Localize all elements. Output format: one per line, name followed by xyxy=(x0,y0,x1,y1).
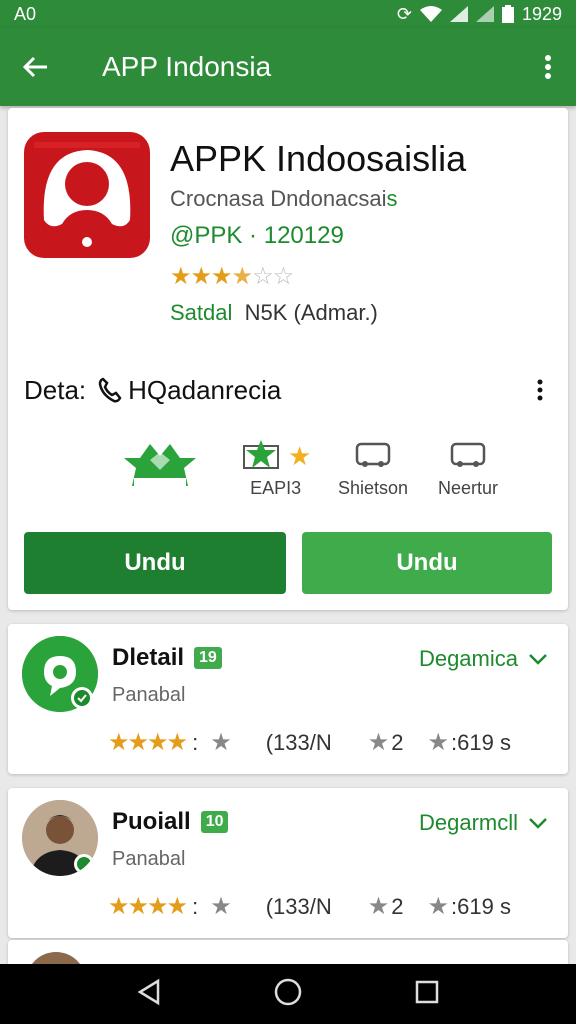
app-bar: APP Indonsia xyxy=(0,28,576,106)
secondary-download-button[interactable]: Undu xyxy=(302,532,552,594)
item-title: Puoiall 10 xyxy=(112,808,229,836)
avatar xyxy=(22,800,98,876)
back-arrow-icon xyxy=(22,56,47,78)
nav-recents-button[interactable] xyxy=(414,979,440,1010)
item-metric-2-value: 2 xyxy=(391,729,404,755)
square-recents-icon xyxy=(416,980,439,1003)
item-action-label: Degamica xyxy=(418,646,518,671)
price-detail: N5K (Admar.) xyxy=(244,300,378,325)
item-metric-3: ★:619 s xyxy=(428,728,511,757)
item-action-dropdown[interactable]: Degamica xyxy=(419,646,548,672)
nav-back-button[interactable] xyxy=(136,978,162,1011)
item-subtitle: Panabal xyxy=(112,848,186,870)
item-review-count: (133/N xyxy=(265,893,332,919)
star-icon: ★ xyxy=(210,893,232,920)
star-icon: ★ xyxy=(427,729,450,756)
profile-photo-icon xyxy=(22,800,98,876)
item-action-dropdown[interactable]: Degarmcll xyxy=(419,810,548,836)
feature-neertur[interactable]: Neertur xyxy=(438,438,498,499)
item-title-text: Puoiall xyxy=(112,808,191,835)
item-metric-3-value: :619 s xyxy=(451,893,511,919)
detail-label: Deta: xyxy=(24,374,87,405)
status-time: 1929 xyxy=(521,3,562,24)
item-rating-sep: : xyxy=(192,729,199,755)
package-info: @PPK · 120129 xyxy=(170,222,344,249)
developer-name-text: Crocnasa Dndonacsai xyxy=(170,186,387,211)
developer-name-suffix: s xyxy=(386,186,398,211)
nav-home-button[interactable] xyxy=(273,977,303,1012)
item-rating-sep: : xyxy=(192,893,199,919)
chevron-down-icon xyxy=(529,818,547,829)
car-icon xyxy=(355,442,391,467)
feature-label-eapi: EAPI3 xyxy=(250,478,302,498)
car-icon xyxy=(450,442,486,467)
app-icon[interactable] xyxy=(24,132,150,258)
star-icon: ★ xyxy=(367,893,390,920)
item-metric-3-value: :619 s xyxy=(451,729,511,755)
feature-crown[interactable] xyxy=(120,438,200,498)
item-rating-row: ★★★★ : ★ (133/N ★ 2 ★:619 s xyxy=(108,892,548,921)
wifi-icon xyxy=(419,6,442,22)
star-icon: ★ xyxy=(210,729,232,756)
feature-eapi[interactable]: ★ EAPI3 xyxy=(240,438,311,499)
item-metric-2: ★ 2 xyxy=(368,728,404,757)
item-review-count: (133/N xyxy=(265,729,332,755)
item-title: Dletail 19 xyxy=(112,644,222,672)
item-subtitle: Panabal xyxy=(112,684,186,706)
primary-download-button[interactable]: Undu xyxy=(24,532,286,594)
price-row: Satdal N5K (Admar.) xyxy=(170,300,378,326)
star-icon: ★ xyxy=(367,729,390,756)
star-icon: ★ xyxy=(288,440,312,471)
star-badge-icon xyxy=(243,440,279,469)
feature-label-neertur: Neertur xyxy=(438,478,499,498)
feature-label-shietson: Shietson xyxy=(338,478,409,498)
system-nav-bar xyxy=(0,964,576,1024)
app-rating: ★★★★☆☆ xyxy=(170,262,294,291)
rating-star-half: ★ xyxy=(231,263,253,290)
signal-icon-2 xyxy=(475,6,494,22)
item-title-text: Dletail xyxy=(112,644,185,671)
app-name: APPK Indoosaislia xyxy=(170,138,467,179)
more-vert-icon xyxy=(537,379,543,401)
detail-row[interactable]: Deta: HQadanrecia xyxy=(24,370,552,410)
avatar xyxy=(22,636,98,712)
overflow-menu-button[interactable] xyxy=(520,28,576,106)
chevron-down-icon xyxy=(529,654,547,665)
item-action-label: Degarmcll xyxy=(418,810,518,835)
price-label: Satdal xyxy=(170,300,233,325)
star-icon: ★ xyxy=(427,893,450,920)
detail-value: HQadanrecia xyxy=(128,374,282,405)
item-badge: 10 xyxy=(200,811,229,833)
item-metric-3: ★:619 s xyxy=(428,892,511,921)
item-badge: 19 xyxy=(194,647,222,669)
list-item[interactable]: Dletail 19 Panabal Degamica ★★★★ : ★ (13… xyxy=(8,624,568,774)
item-stars: ★★★★ xyxy=(108,893,188,920)
status-left-text: A0 xyxy=(14,3,37,24)
item-rating-row: ★★★★ : ★ (133/N ★ 2 ★:619 s xyxy=(108,728,548,757)
sync-icon: ⟳ xyxy=(396,3,412,24)
more-vert-icon xyxy=(545,55,551,79)
phone-icon xyxy=(98,377,122,403)
detail-more-button[interactable] xyxy=(528,379,552,401)
crown-icon xyxy=(124,444,196,486)
item-stars: ★★★★ xyxy=(108,729,188,756)
status-icons: ⟳ 1929 xyxy=(397,4,562,25)
chat-location-icon xyxy=(22,636,98,712)
back-button[interactable] xyxy=(0,28,70,106)
feature-shietson[interactable]: Shietson xyxy=(338,438,408,499)
rating-stars-empty: ☆☆ xyxy=(252,263,294,290)
app-bar-title: APP Indonsia xyxy=(102,51,272,82)
app-detail-card: APPK Indoosaislia Crocnasa Dndonacsais @… xyxy=(8,108,568,610)
battery-icon xyxy=(501,5,514,23)
app-logo-icon xyxy=(34,142,140,247)
rating-stars-full: ★★★ xyxy=(170,263,233,290)
circle-home-icon xyxy=(274,978,302,1005)
item-metric-2-value: 2 xyxy=(391,893,404,919)
item-metric-2: ★ 2 xyxy=(368,892,404,921)
status-bar: A0 ⟳ 1929 xyxy=(0,0,576,28)
triangle-back-icon xyxy=(137,978,159,1005)
developer-name[interactable]: Crocnasa Dndonacsais xyxy=(170,186,397,212)
signal-icon xyxy=(449,6,468,22)
list-item[interactable]: Puoiall 10 Panabal Degarmcll ★★★★ : ★ (1… xyxy=(8,788,568,938)
